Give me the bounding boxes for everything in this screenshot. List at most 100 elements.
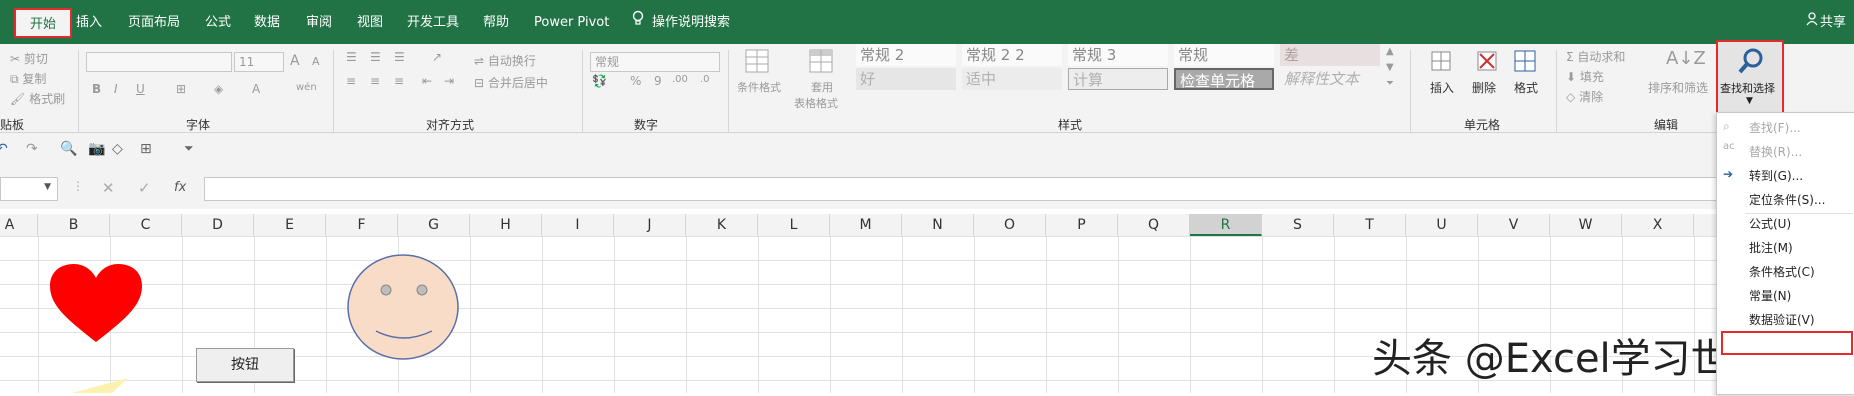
autosum-button[interactable]: Σ 自动求和 xyxy=(1566,48,1625,65)
tab-data[interactable]: 数据 xyxy=(254,0,280,44)
align-right-icon[interactable]: ≡ xyxy=(394,74,404,88)
heart-shape[interactable] xyxy=(48,262,144,347)
delete-cells-button[interactable]: 删除 xyxy=(1472,79,1496,96)
sheet-form-button[interactable]: 按钮 xyxy=(196,348,294,382)
column-header-c[interactable]: C xyxy=(110,214,182,236)
customize-qat-icon[interactable]: ⏷ xyxy=(184,141,194,156)
font-size-combo[interactable]: 11 xyxy=(234,52,284,72)
column-header-j[interactable]: J xyxy=(614,214,686,236)
style-normal-2[interactable]: 常规 2 xyxy=(856,44,956,66)
underline-button[interactable]: U xyxy=(136,82,145,96)
camera-icon[interactable]: 📷 xyxy=(88,141,105,157)
menu-item-replace[interactable]: ac 替换(R)... xyxy=(1723,141,1802,160)
column-header-t[interactable]: T xyxy=(1334,214,1406,236)
font-name-combo[interactable] xyxy=(86,52,232,72)
insert-cells-button[interactable]: 插入 xyxy=(1430,79,1454,96)
styles-scroll-down-icon[interactable]: ▼ xyxy=(1386,62,1394,73)
style-explanatory[interactable]: 解释性文本 xyxy=(1280,68,1380,90)
find-select-button[interactable]: 查找和选择 ▼ xyxy=(1716,40,1784,114)
tab-insert[interactable]: 插入 xyxy=(76,0,102,44)
style-normal-2-2[interactable]: 常规 2 2 xyxy=(962,44,1062,66)
menu-item-comments[interactable]: 批注(M) xyxy=(1749,239,1793,256)
tab-page-layout[interactable]: 页面布局 xyxy=(128,0,180,44)
increase-indent-icon[interactable]: ⇥ xyxy=(444,74,454,88)
formula-input[interactable] xyxy=(204,177,1854,201)
merge-center-button[interactable]: ⊟ 合并后居中 xyxy=(474,74,548,91)
format-cells-button[interactable]: 格式 xyxy=(1514,79,1538,96)
align-center-icon[interactable]: ≡ xyxy=(370,74,380,88)
column-header-w[interactable]: W xyxy=(1550,214,1622,236)
column-header-a[interactable]: A xyxy=(0,214,38,236)
grid-icon[interactable]: ⊞ xyxy=(140,141,152,157)
decrease-decimal-icon[interactable]: .0 xyxy=(700,74,710,85)
currency-icon[interactable]: 💱 xyxy=(592,74,607,88)
enter-icon[interactable]: ✓ xyxy=(138,179,151,197)
align-top-icon[interactable]: ☰ xyxy=(346,50,357,64)
styles-more-icon[interactable]: ⏷ xyxy=(1386,78,1394,89)
font-color-icon[interactable]: A xyxy=(252,82,260,96)
column-header-k[interactable]: K xyxy=(686,214,758,236)
column-header-i[interactable]: I xyxy=(542,214,614,236)
column-header-p[interactable]: P xyxy=(1046,214,1118,236)
align-left-icon[interactable]: ≡ xyxy=(346,74,356,88)
align-bottom-icon[interactable]: ☰ xyxy=(394,50,405,64)
decrease-indent-icon[interactable]: ⇤ xyxy=(422,74,432,88)
column-header-b[interactable]: B xyxy=(38,214,110,236)
menu-item-goto-special[interactable]: 定位条件(S)... xyxy=(1749,191,1825,208)
wrap-text-button[interactable]: ⇌ 自动换行 xyxy=(474,52,536,69)
style-good[interactable]: 好 xyxy=(856,68,956,90)
menu-item-find[interactable]: ⌕ 查找(F)... xyxy=(1723,119,1801,136)
column-header-g[interactable]: G xyxy=(398,214,470,236)
clear-button[interactable]: ◇ 清除 xyxy=(1566,88,1603,105)
column-header-f[interactable]: F xyxy=(326,214,398,236)
undo-icon[interactable]: ↶ xyxy=(0,141,8,157)
tell-me-search[interactable]: 操作说明搜索 xyxy=(632,0,730,44)
style-normal[interactable]: 常规 xyxy=(1174,44,1274,66)
column-header-s[interactable]: S xyxy=(1262,214,1334,236)
style-neutral[interactable]: 适中 xyxy=(962,68,1062,90)
increase-decimal-icon[interactable]: .00 xyxy=(672,74,688,85)
tab-view[interactable]: 视图 xyxy=(357,0,383,44)
format-as-table-label-2[interactable]: 表格格式 xyxy=(794,95,838,111)
phonetic-button[interactable]: wén xyxy=(296,82,317,93)
column-header-r[interactable]: R xyxy=(1190,214,1262,236)
column-header-m[interactable]: M xyxy=(830,214,902,236)
cancel-icon[interactable]: ✕ xyxy=(102,179,115,197)
menu-item-constants[interactable]: 常量(N) xyxy=(1749,287,1791,304)
column-header-l[interactable]: L xyxy=(758,214,830,236)
column-header-h[interactable]: H xyxy=(470,214,542,236)
shrink-font-button[interactable]: A xyxy=(312,55,320,68)
tab-help[interactable]: 帮助 xyxy=(483,0,509,44)
tab-power-pivot[interactable]: Power Pivot xyxy=(534,0,609,44)
number-format-combo[interactable]: 常规 xyxy=(590,52,720,72)
style-bad[interactable]: 差 xyxy=(1280,44,1380,66)
tab-developer[interactable]: 开发工具 xyxy=(407,0,459,44)
format-painter-button[interactable]: 🖌 格式刷 xyxy=(10,90,65,107)
conditional-format-button[interactable]: 条件格式 xyxy=(737,79,781,95)
style-calculation[interactable]: 计算 xyxy=(1068,68,1168,90)
fill-button[interactable]: ⬇ 填充 xyxy=(1566,68,1604,85)
tab-review[interactable]: 审阅 xyxy=(306,0,332,44)
shapes-icon[interactable]: ◇ xyxy=(112,141,123,157)
percent-button[interactable]: % xyxy=(630,74,641,88)
tab-formulas[interactable]: 公式 xyxy=(205,0,231,44)
smiley-face-shape[interactable] xyxy=(346,253,460,364)
cut-button[interactable]: ✂ 剪切 xyxy=(10,50,48,67)
column-header-q[interactable]: Q xyxy=(1118,214,1190,236)
align-middle-icon[interactable]: ☰ xyxy=(370,50,381,64)
column-header-u[interactable]: U xyxy=(1406,214,1478,236)
menu-item-data-validation[interactable]: 数据验证(V) xyxy=(1749,311,1815,328)
sort-filter-button[interactable]: 排序和筛选 xyxy=(1648,79,1708,96)
chevron-down-icon[interactable]: ▼ xyxy=(44,182,51,192)
menu-item-conditional-format[interactable]: 条件格式(C) xyxy=(1749,263,1815,280)
menu-item-highlight[interactable] xyxy=(1721,331,1853,355)
column-header-v[interactable]: V xyxy=(1478,214,1550,236)
bold-button[interactable]: B xyxy=(92,82,101,96)
format-as-table-label-1[interactable]: 套用 xyxy=(811,79,833,95)
grow-font-button[interactable]: A xyxy=(290,53,300,69)
border-icon[interactable]: ⊞ xyxy=(176,82,186,96)
style-check-cell[interactable]: 检查单元格 xyxy=(1174,68,1274,90)
print-preview-icon[interactable]: 🔍 xyxy=(60,141,77,157)
name-box[interactable]: ▼ xyxy=(0,177,58,201)
share-button[interactable]: 共享 xyxy=(1806,0,1846,44)
